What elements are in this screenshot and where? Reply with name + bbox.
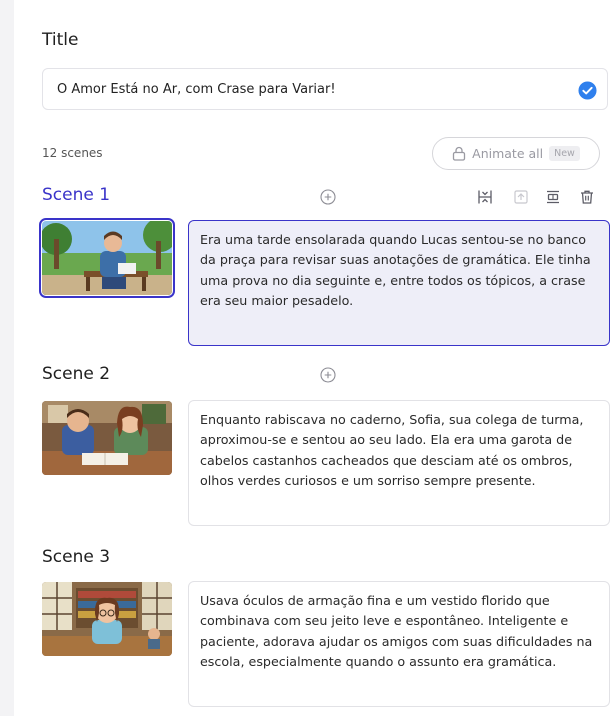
animate-all-label: Animate all <box>472 146 544 161</box>
title-label: Title <box>42 30 79 50</box>
trash-icon[interactable] <box>579 189 595 205</box>
add-scene-icon[interactable] <box>320 367 336 383</box>
image-up-icon[interactable] <box>513 189 529 205</box>
scene-3-thumbnail[interactable] <box>42 582 172 656</box>
animate-all-button[interactable]: Animate all New <box>432 137 600 170</box>
left-rail <box>0 0 14 716</box>
add-scene-icon[interactable] <box>320 189 336 205</box>
text-format-icon[interactable] <box>545 189 561 205</box>
scene-count: 12 scenes <box>42 146 103 160</box>
scene-1-thumbnail[interactable] <box>39 218 175 298</box>
scene-3-title: Scene 3 <box>42 547 111 567</box>
scene-1-image <box>42 221 172 295</box>
new-badge: New <box>549 146 580 161</box>
scene-2-thumbnail[interactable] <box>42 401 172 475</box>
scene-2-text[interactable]: Enquanto rabiscava no caderno, Sofia, su… <box>188 400 610 526</box>
scene-1-title: Scene 1 <box>42 185 111 205</box>
scene-3-text[interactable]: Usava óculos de armação fina e um vestid… <box>188 581 610 707</box>
check-circle-icon <box>578 81 597 100</box>
scene-1-text[interactable]: Era uma tarde ensolarada quando Lucas se… <box>188 220 610 346</box>
lock-icon <box>452 146 466 161</box>
scene-2-title: Scene 2 <box>42 364 111 384</box>
title-input[interactable]: O Amor Está no Ar, com Crase para Variar… <box>42 68 608 110</box>
title-input-value: O Amor Está no Ar, com Crase para Variar… <box>57 81 336 97</box>
scene-2-image <box>42 401 172 475</box>
split-icon[interactable] <box>477 189 493 205</box>
scene-3-image <box>42 582 172 656</box>
storyboard-panel: Title O Amor Está no Ar, com Crase para … <box>24 0 612 716</box>
